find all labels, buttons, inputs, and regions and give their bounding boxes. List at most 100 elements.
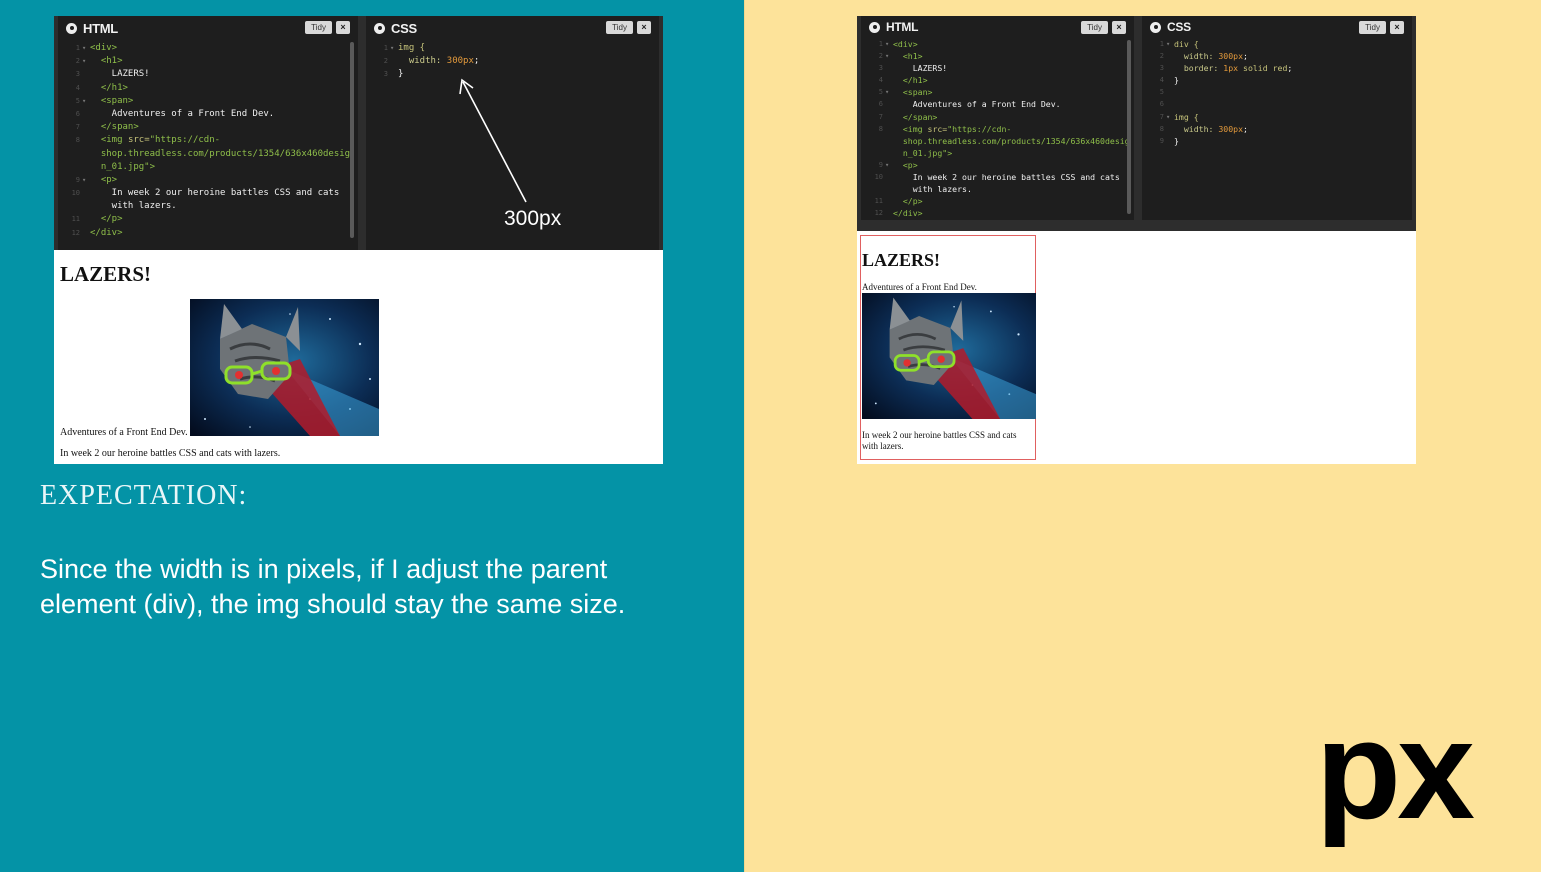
- gear-icon[interactable]: [374, 22, 385, 34]
- preview-span: Adventures of a Front End Dev.: [60, 427, 188, 438]
- right-slide-panel: HTML Tidy × 1 ▾ <div> 2 ▾ <h1> 3 LAZERS! 4 </h…: [744, 0, 1541, 872]
- code-line[interactable]: 2 width: 300px;: [1142, 50, 1412, 62]
- code-line[interactable]: 3 border: 1px solid red;: [1142, 62, 1412, 74]
- code-line[interactable]: 6: [1142, 98, 1412, 110]
- line-number: 11: [874, 197, 883, 206]
- code-line[interactable]: 9}: [1142, 135, 1412, 147]
- css-pane-header: CSS Tidy ×: [1142, 16, 1412, 38]
- code-line[interactable]: 2 ▾ <h1>: [58, 55, 358, 68]
- code-line[interactable]: n_01.jpg">: [58, 161, 358, 174]
- code-text: <img src="https://cdn-: [893, 123, 1012, 134]
- line-number: 1: [1159, 40, 1164, 48]
- code-line[interactable]: 4 </h1>: [861, 74, 1134, 86]
- close-button[interactable]: ×: [637, 21, 651, 34]
- code-line[interactable]: 7 </span>: [861, 111, 1134, 123]
- fold-arrow-icon[interactable]: ▾: [82, 95, 86, 108]
- html-pane: HTML Tidy × 1 ▾ <div> 2 ▾ <h1> 3 LAZERS! 4 </h…: [58, 16, 358, 250]
- fold-arrow-icon[interactable]: ▾: [885, 86, 889, 98]
- fold-arrow-icon[interactable]: ▾: [885, 38, 889, 50]
- fold-arrow-icon[interactable]: ▾: [82, 174, 86, 187]
- code-text: <img src="https://cdn-: [90, 135, 221, 146]
- code-line[interactable]: 9 ▾ <p>: [58, 174, 358, 187]
- tidy-button[interactable]: Tidy: [1081, 21, 1108, 34]
- code-line[interactable]: 1 ▾ <div>: [58, 42, 358, 55]
- code-text: border: 1px solid red;: [1174, 63, 1293, 74]
- css-code[interactable]: 1 ▾ div {2 width: 300px; 3 border: 1px soli…: [1142, 38, 1412, 147]
- code-text: width: 300px;: [1174, 51, 1248, 62]
- code-text: <p>: [893, 159, 918, 170]
- code-line[interactable]: 3 LAZERS!: [861, 62, 1134, 74]
- code-line[interactable]: 11 </p>: [58, 213, 358, 226]
- fold-arrow-icon[interactable]: ▾: [1166, 111, 1170, 123]
- annotation-label: 300px: [504, 207, 562, 230]
- fold-arrow-icon[interactable]: ▾: [885, 50, 889, 62]
- line-number: 2: [383, 57, 388, 66]
- css-pane-header: CSS Tidy ×: [366, 16, 659, 40]
- html-pane-title: HTML: [886, 20, 919, 34]
- line-number: 5: [1159, 88, 1164, 97]
- html-code[interactable]: 1 ▾ <div> 2 ▾ <h1> 3 LAZERS! 4 </h1> 5 ▾ <span> 6…: [58, 40, 358, 240]
- code-line[interactable]: 2 width: 300px;: [366, 55, 659, 68]
- code-text: }: [1174, 75, 1179, 86]
- line-number: 6: [878, 100, 883, 109]
- code-line[interactable]: 7 </span>: [58, 121, 358, 134]
- code-line[interactable]: 11 </p>: [861, 195, 1134, 207]
- code-line[interactable]: 2 ▾ <h1>: [861, 50, 1134, 62]
- tidy-button[interactable]: Tidy: [1359, 21, 1386, 34]
- fold-arrow-icon[interactable]: ▾: [82, 42, 86, 55]
- code-line[interactable]: 8 <img src="https://cdn-: [58, 134, 358, 147]
- code-text: Adventures of a Front End Dev.: [893, 99, 1061, 110]
- scrollbar[interactable]: [1127, 40, 1131, 214]
- line-number: 3: [383, 70, 388, 79]
- code-text: LAZERS!: [893, 63, 948, 74]
- code-line[interactable]: 12 </div>: [861, 207, 1134, 219]
- fold-arrow-icon[interactable]: ▾: [1166, 38, 1170, 50]
- code-line[interactable]: 5 ▾ <span>: [861, 86, 1134, 98]
- code-line[interactable]: 8 width: 300px;: [1142, 123, 1412, 135]
- code-line[interactable]: 12 </div>: [58, 227, 358, 240]
- line-number: 1: [383, 44, 388, 52]
- html-code[interactable]: 1 ▾ <div> 2 ▾ <h1> 3 LAZERS! 4 </h1> 5 ▾ <span> 6…: [861, 38, 1134, 219]
- close-button[interactable]: ×: [1390, 21, 1404, 34]
- code-line[interactable]: 4 </h1>: [58, 82, 358, 95]
- code-line[interactable]: 4}: [1142, 74, 1412, 86]
- code-line[interactable]: 10 In week 2 our heroine battles CSS and…: [861, 171, 1134, 183]
- close-button[interactable]: ×: [336, 21, 350, 34]
- close-button[interactable]: ×: [1112, 21, 1126, 34]
- code-line[interactable]: 8 <img src="https://cdn-: [861, 123, 1134, 135]
- preview-paragraph: In week 2 our heroine battles CSS and ca…: [60, 448, 281, 459]
- fold-arrow-icon[interactable]: ▾: [885, 159, 889, 171]
- code-text: div {: [1174, 39, 1199, 49]
- code-line[interactable]: with lazers.: [58, 200, 358, 213]
- code-line[interactable]: 1 ▾ img {: [366, 42, 659, 55]
- code-line[interactable]: 5 ▾ <span>: [58, 95, 358, 108]
- code-text: img {: [1174, 111, 1199, 122]
- tidy-button[interactable]: Tidy: [305, 21, 332, 34]
- code-line[interactable]: with lazers.: [861, 183, 1134, 195]
- code-line[interactable]: 7 ▾ img {: [1142, 111, 1412, 123]
- fold-arrow-icon[interactable]: ▾: [82, 55, 86, 68]
- code-line[interactable]: 9 ▾ <p>: [861, 159, 1134, 171]
- tidy-button[interactable]: Tidy: [606, 21, 633, 34]
- code-line[interactable]: 10 In week 2 our heroine battles CSS and…: [58, 187, 358, 200]
- code-text: width: 300px;: [1174, 123, 1248, 134]
- code-line[interactable]: n_01.jpg">: [861, 147, 1134, 159]
- gear-icon[interactable]: [869, 21, 880, 33]
- code-line[interactable]: 1 ▾ div {: [1142, 38, 1412, 50]
- line-number: 7: [1159, 112, 1164, 121]
- fold-arrow-icon[interactable]: ▾: [390, 42, 394, 55]
- gear-icon[interactable]: [1150, 21, 1161, 33]
- code-line[interactable]: shop.threadless.com/products/1354/636x46…: [861, 135, 1134, 147]
- code-line[interactable]: 6 Adventures of a Front End Dev.: [861, 98, 1134, 110]
- preview-heading: LAZERS!: [862, 250, 941, 270]
- code-line[interactable]: 5: [1142, 86, 1412, 98]
- scrollbar[interactable]: [350, 42, 354, 238]
- code-line[interactable]: 6 Adventures of a Front End Dev.: [58, 108, 358, 121]
- code-line[interactable]: 1 ▾ <div>: [861, 38, 1134, 50]
- editor-window-left: HTML Tidy × 1 ▾ <div> 2 ▾ <h1> 3 LAZERS! 4 </h…: [54, 16, 663, 250]
- line-number: 12: [71, 228, 80, 237]
- code-line[interactable]: shop.threadless.com/products/1354/636x46…: [58, 148, 358, 161]
- code-text: n_01.jpg">: [90, 161, 156, 172]
- gear-icon[interactable]: [66, 22, 77, 34]
- code-line[interactable]: 3 LAZERS!: [58, 68, 358, 81]
